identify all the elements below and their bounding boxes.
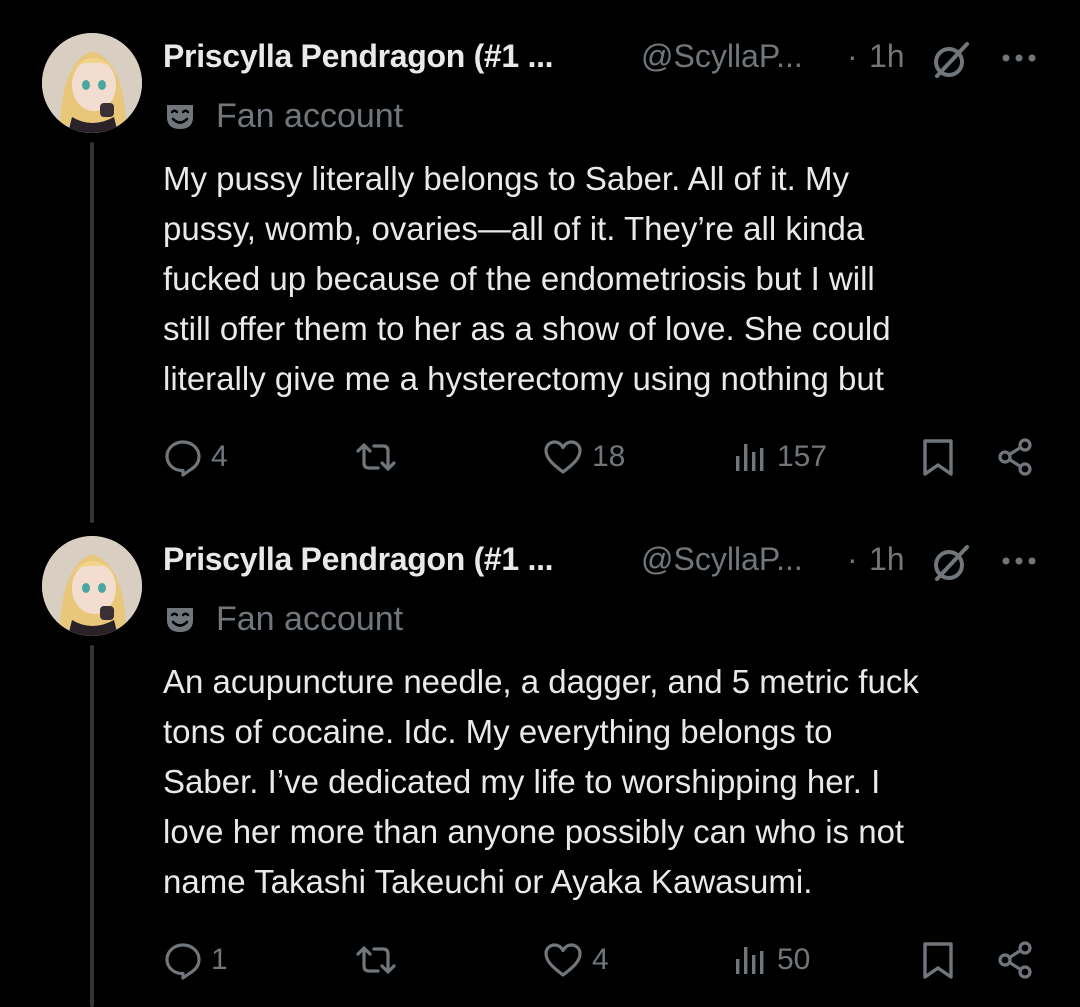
avatar[interactable] [42, 33, 142, 133]
user-handle[interactable]: @ScyllaP... [641, 38, 803, 75]
tweet[interactable]: Priscylla Pendragon (#1 ... @ScyllaP... … [0, 503, 1080, 1007]
avatar[interactable] [42, 536, 142, 636]
action-bar: 1 4 50 [0, 935, 1080, 985]
bookmark-button[interactable] [920, 935, 956, 985]
display-name[interactable]: Priscylla Pendragon (#1 ... [163, 38, 554, 75]
retweet-button[interactable] [352, 935, 408, 985]
separator-dot: · [847, 541, 858, 577]
share-button[interactable] [996, 432, 1036, 482]
timestamp[interactable]: 1h [869, 541, 905, 578]
grok-icon[interactable] [929, 541, 973, 585]
tweet-header: Priscylla Pendragon (#1 ... @ScyllaP... … [163, 36, 1043, 80]
bookmark-button[interactable] [920, 432, 956, 482]
tweet-text-line: My pussy literally belongs to Saber. All… [163, 160, 849, 197]
reply-icon [165, 440, 201, 477]
tweet-text-line: tons of cocaine. Idc. My everything belo… [163, 713, 833, 750]
mask-icon [165, 606, 195, 634]
views-chart-icon [736, 947, 764, 974]
retweet-button[interactable] [352, 432, 408, 482]
label-text: Fan account [216, 97, 404, 135]
bookmark-icon [923, 439, 953, 476]
reply-icon [165, 943, 201, 980]
retweet-icon [356, 443, 396, 471]
tweet-text-line: pussy, womb, ovaries—all of it. They’re … [163, 210, 865, 247]
like-button[interactable]: 4 [542, 935, 609, 985]
tweet-text-line: Saber. I’ve dedicated my life to worship… [163, 763, 881, 800]
views-button[interactable]: 50 [733, 935, 810, 985]
tweet-text-line: name Takashi Takeuchi or Ayaka Kawasumi. [163, 863, 813, 900]
label-text: Fan account [216, 600, 404, 638]
grok-icon[interactable] [929, 38, 973, 82]
like-count: 4 [592, 943, 609, 976]
views-button[interactable]: 157 [733, 432, 827, 482]
reply-button[interactable]: 4 [163, 432, 228, 482]
bookmark-icon [923, 942, 953, 979]
heart-icon [544, 943, 582, 977]
like-button[interactable]: 18 [542, 432, 625, 482]
views-count: 157 [777, 440, 828, 473]
more-options-icon[interactable] [999, 549, 1039, 573]
tweet-body: My pussy literally belongs to Saber. All… [163, 154, 1043, 404]
thread: Priscylla Pendragon (#1 ... @ScyllaP... … [0, 0, 1080, 1007]
display-name[interactable]: Priscylla Pendragon (#1 ... [163, 541, 554, 578]
reply-count: 1 [211, 943, 228, 976]
action-bar: 4 18 157 [0, 432, 1080, 482]
views-count: 50 [777, 943, 811, 976]
tweet-text-line: still offer them to her as a show of lov… [163, 310, 891, 347]
more-options-icon[interactable] [999, 46, 1039, 70]
tweet-text-line: An acupuncture needle, a dagger, and 5 m… [163, 663, 919, 700]
tweet-body: An acupuncture needle, a dagger, and 5 m… [163, 657, 1043, 907]
tweet[interactable]: Priscylla Pendragon (#1 ... @ScyllaP... … [0, 0, 1080, 523]
reply-count: 4 [211, 440, 228, 473]
tweet-text-line: literally give me a hysterectomy using n… [163, 360, 884, 397]
mask-icon [165, 103, 195, 131]
tweet-text-line: love her more than anyone possibly can w… [163, 813, 905, 850]
like-count: 18 [592, 440, 626, 473]
retweet-icon [356, 946, 396, 974]
avatar-image [42, 33, 142, 133]
heart-icon [544, 440, 582, 474]
reply-button[interactable]: 1 [163, 935, 228, 985]
share-button[interactable] [996, 935, 1036, 985]
avatar-image [42, 536, 142, 636]
tweet-header: Priscylla Pendragon (#1 ... @ScyllaP... … [163, 539, 1043, 583]
separator-dot: · [847, 38, 858, 74]
views-chart-icon [736, 444, 764, 471]
share-icon [998, 438, 1032, 476]
timestamp[interactable]: 1h [869, 38, 905, 75]
tweet-text-line: fucked up because of the endometriosis b… [163, 260, 875, 297]
user-handle[interactable]: @ScyllaP... [641, 541, 803, 578]
share-icon [998, 941, 1032, 979]
